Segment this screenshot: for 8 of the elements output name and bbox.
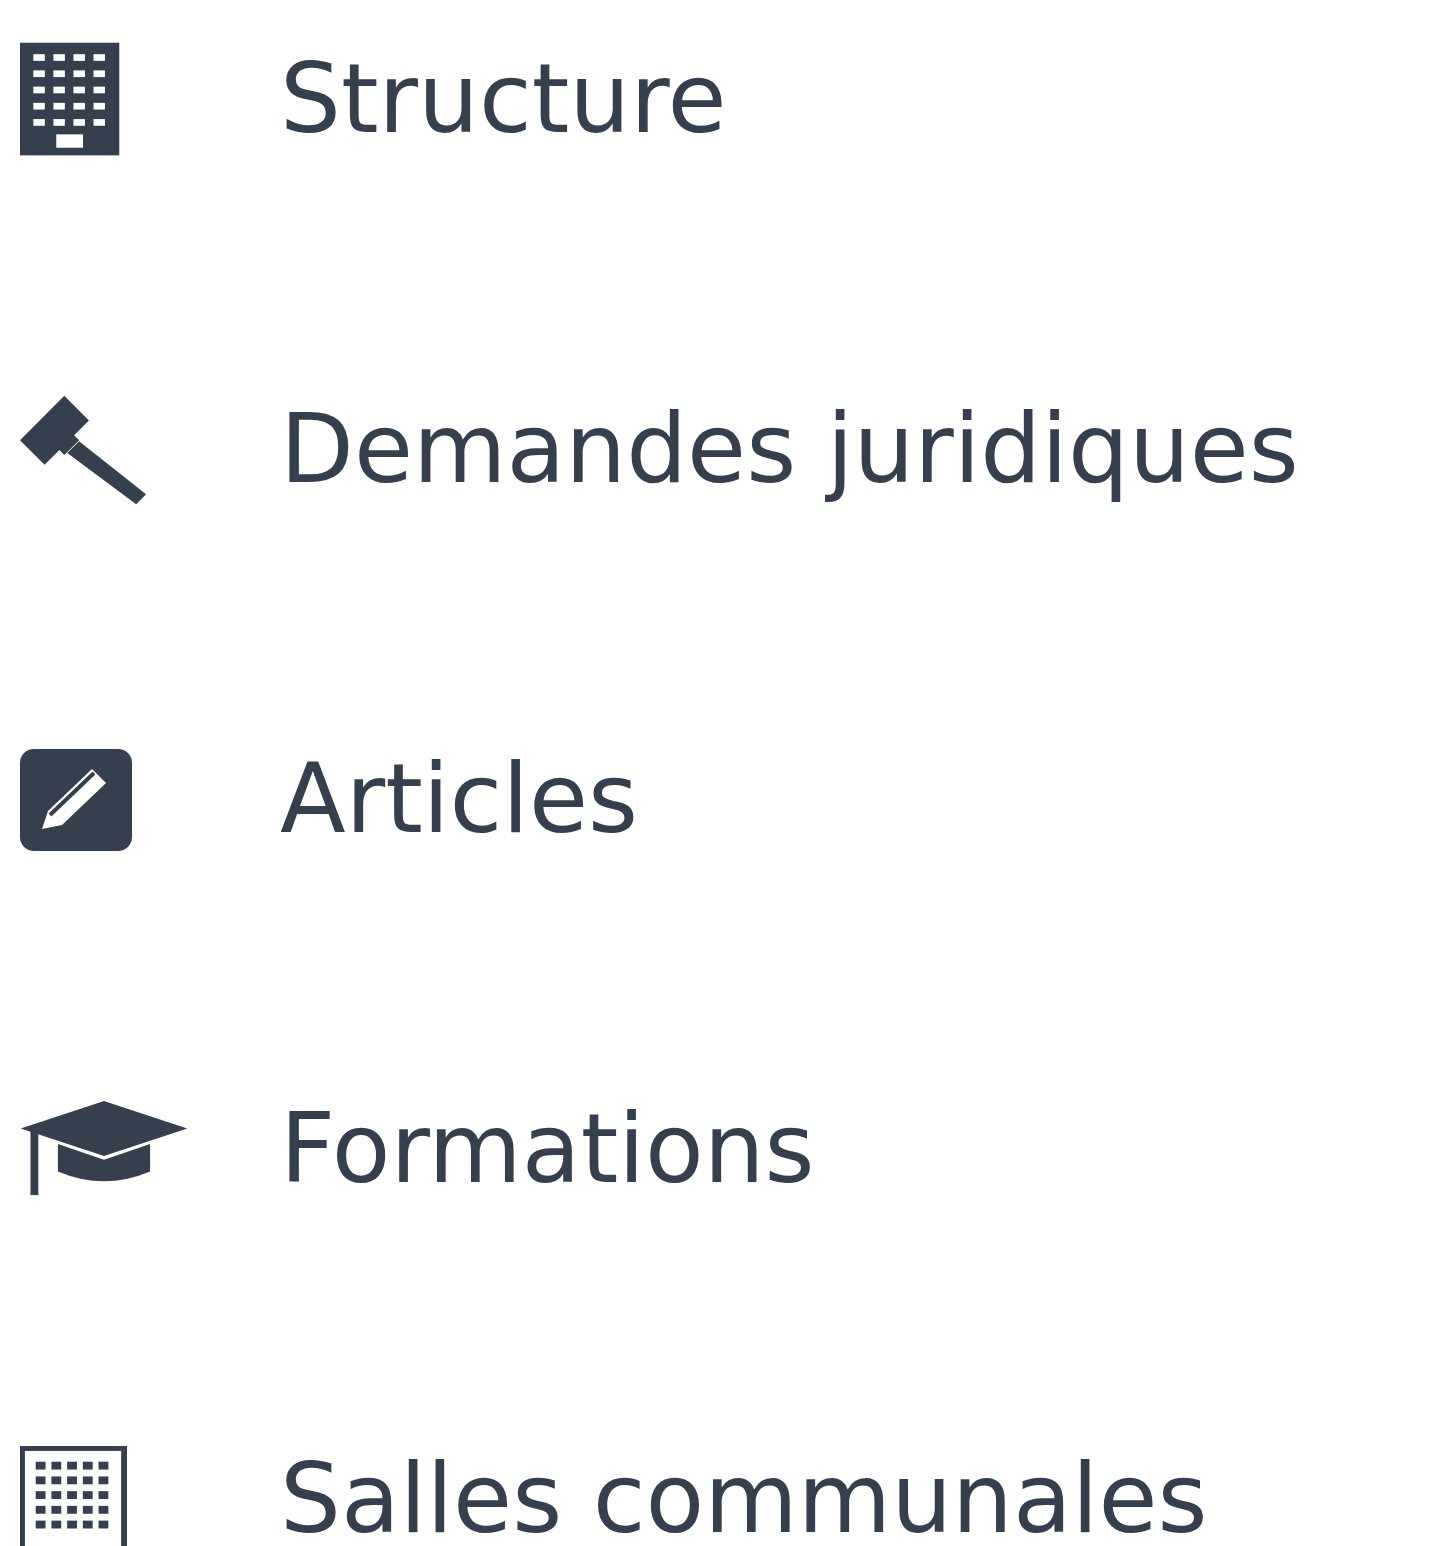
menu-item-label[interactable]: Formations <box>280 1097 815 1203</box>
pencil-square-icon <box>20 749 132 851</box>
menu-item-label[interactable]: Articles <box>280 747 638 853</box>
menu-item-label[interactable]: Salles communales <box>280 1447 1208 1546</box>
gavel-icon <box>20 395 148 505</box>
table-icon <box>20 1446 128 1546</box>
menu-item-label[interactable]: Structure <box>280 47 727 153</box>
menu-item-label[interactable]: Demandes juridiques <box>280 397 1299 503</box>
